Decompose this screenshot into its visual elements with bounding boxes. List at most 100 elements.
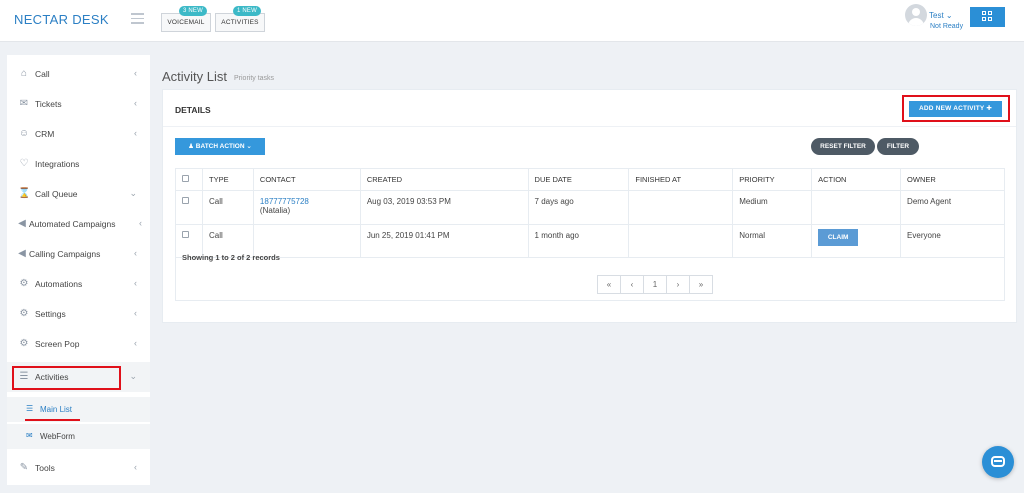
brand-logo[interactable]: NECTAR DESK bbox=[14, 12, 109, 27]
owner-cell: Demo Agent bbox=[900, 190, 1005, 225]
sidebar-item-integrations[interactable]: ♡ Integrations bbox=[7, 149, 150, 179]
sidebar-subitem-label: WebForm bbox=[40, 432, 75, 441]
divider bbox=[163, 126, 1016, 127]
prev-page-button[interactable]: ‹ bbox=[620, 275, 644, 294]
avatar[interactable] bbox=[905, 4, 927, 26]
sidebar-item-label: Call Queue bbox=[35, 189, 78, 199]
last-page-button[interactable]: » bbox=[689, 275, 713, 294]
column-header[interactable]: ACTION bbox=[811, 168, 902, 191]
apps-grid-icon-cell bbox=[982, 17, 986, 21]
apps-grid-icon bbox=[982, 11, 986, 15]
finished-at-cell bbox=[628, 190, 734, 225]
gear-icon: ⚙ bbox=[19, 308, 29, 319]
sidebar-item-label: Integrations bbox=[35, 159, 80, 169]
user-icon: ☺ bbox=[18, 128, 30, 139]
column-header[interactable]: CREATED bbox=[359, 168, 529, 191]
table-header-row: TYPE CONTACT CREATED DUE DATE FINISHED A… bbox=[175, 168, 1005, 191]
apps-grid-icon-cell bbox=[988, 11, 992, 15]
bullhorn-icon: ◀ bbox=[18, 248, 26, 259]
add-new-activity-button[interactable]: ADD NEW ACTIVITY ✚ bbox=[909, 101, 1002, 117]
sidebar-item-label: Settings bbox=[35, 309, 66, 319]
sidebar-item-label: Automations bbox=[35, 279, 83, 289]
bullhorn-icon: ◀ bbox=[18, 218, 26, 229]
chevron-left-icon: ‹ bbox=[139, 218, 142, 228]
row-checkbox[interactable] bbox=[182, 231, 189, 238]
top-bar: NECTAR DESK VOICEMAIL 3 NEW ACTIVITIES 1… bbox=[0, 0, 1024, 42]
chat-widget-button[interactable] bbox=[982, 446, 1014, 478]
contact-cell: 18777775728 (Natalia) bbox=[252, 190, 361, 225]
apps-grid-icon-cell bbox=[988, 17, 992, 21]
page-1-button[interactable]: 1 bbox=[643, 275, 667, 294]
column-header[interactable]: CONTACT bbox=[252, 168, 361, 191]
sidebar-item-label: CRM bbox=[35, 129, 55, 139]
list-icon: ☰ bbox=[26, 404, 34, 413]
sidebar-item-call[interactable]: ⌂ Call ‹ bbox=[7, 59, 150, 89]
gear-icon: ⚙ bbox=[19, 278, 29, 289]
next-page-button[interactable]: › bbox=[666, 275, 690, 294]
sidebar-item-label: Tickets bbox=[35, 99, 62, 109]
records-summary: Showing 1 to 2 of 2 records bbox=[182, 253, 280, 262]
envelope-icon: ✉ bbox=[19, 98, 29, 109]
home-icon: ⌂ bbox=[20, 68, 28, 79]
sidebar-item-calling-campaigns[interactable]: ◀ Calling Campaigns ‹ bbox=[7, 239, 150, 269]
sidebar-item-tickets[interactable]: ✉ Tickets ‹ bbox=[7, 89, 150, 119]
row-select-cell bbox=[175, 190, 203, 225]
reset-filter-button[interactable]: RESET FILTER bbox=[811, 138, 875, 155]
user-menu[interactable]: Test ⌄ bbox=[929, 11, 953, 20]
sidebar-item-settings[interactable]: ⚙ Settings ‹ bbox=[7, 299, 150, 329]
action-cell bbox=[811, 190, 902, 225]
details-panel: DETAILS ADD NEW ACTIVITY ✚ ♟ BATCH ACTIO… bbox=[162, 89, 1017, 323]
sidebar-subitem-label: Main List bbox=[40, 405, 73, 414]
batch-action-button[interactable]: ♟ BATCH ACTION ⌄ bbox=[175, 138, 265, 155]
activities-button[interactable]: ACTIVITIES 1 NEW bbox=[215, 6, 265, 32]
sidebar-item-automated-campaigns[interactable]: ◀ Automated Campaigns ‹ bbox=[7, 209, 150, 239]
voicemail-button[interactable]: VOICEMAIL 3 NEW bbox=[161, 6, 211, 32]
apps-grid-button[interactable] bbox=[970, 7, 1005, 27]
hourglass-icon: ⌛ bbox=[18, 188, 31, 199]
agent-status[interactable]: Not Ready bbox=[930, 23, 963, 30]
sidebar-subitem-webform[interactable]: ✉ WebForm bbox=[7, 424, 150, 449]
column-header[interactable]: OWNER bbox=[900, 168, 1005, 191]
column-header[interactable]: FINISHED AT bbox=[628, 168, 734, 191]
type-cell: Call bbox=[201, 190, 254, 225]
claim-button[interactable]: CLAIM bbox=[818, 229, 859, 246]
select-all-checkbox[interactable] bbox=[182, 175, 189, 182]
column-header[interactable]: PRIORITY bbox=[732, 168, 813, 191]
column-header[interactable]: TYPE bbox=[201, 168, 254, 191]
activity-table: TYPE CONTACT CREATED DUE DATE FINISHED A… bbox=[175, 168, 1005, 258]
table-row[interactable]: Call 18777775728 (Natalia) Aug 03, 2019 … bbox=[175, 190, 1005, 225]
activities-badge: 1 NEW bbox=[232, 6, 261, 16]
envelope-icon: ✉ bbox=[26, 431, 33, 440]
highlight-underline-main-list bbox=[25, 419, 80, 421]
menu-toggle-icon[interactable] bbox=[131, 13, 144, 24]
column-header[interactable]: DUE DATE bbox=[527, 168, 630, 191]
highlight-box-activities bbox=[12, 366, 121, 390]
sidebar-item-screen-pop[interactable]: ⚙ Screen Pop ‹ bbox=[7, 329, 150, 359]
filter-button[interactable]: FILTER bbox=[877, 138, 919, 155]
first-page-button[interactable]: « bbox=[597, 275, 621, 294]
sidebar-item-call-queue[interactable]: ⌛ Call Queue ⌄ bbox=[7, 179, 150, 209]
sidebar: ⌂ Call ‹ ✉ Tickets ‹ ☺ CRM ‹ ♡ Integrati… bbox=[7, 55, 150, 485]
table-footer: Showing 1 to 2 of 2 records « ‹ 1 › » bbox=[175, 246, 1005, 301]
sidebar-item-automations[interactable]: ⚙ Automations ‹ bbox=[7, 269, 150, 299]
sidebar-item-label: Call bbox=[35, 69, 50, 79]
priority-cell: Medium bbox=[732, 190, 813, 225]
sidebar-item-label: Tools bbox=[35, 463, 55, 473]
row-checkbox[interactable] bbox=[182, 197, 189, 204]
chevron-left-icon: ‹ bbox=[134, 338, 137, 348]
chevron-down-icon: ⌄ bbox=[129, 188, 137, 198]
gear-icon: ⚙ bbox=[19, 338, 29, 349]
due-date-cell: 7 days ago bbox=[527, 190, 630, 225]
page-subtitle: Priority tasks bbox=[234, 75, 275, 82]
chevron-left-icon: ‹ bbox=[134, 98, 137, 108]
contact-name: (Natalia) bbox=[259, 206, 291, 215]
panel-title: DETAILS bbox=[175, 105, 211, 115]
page-title: Activity List bbox=[162, 69, 228, 84]
chevron-left-icon: ‹ bbox=[134, 462, 137, 472]
contact-link[interactable]: 18777775728 bbox=[260, 197, 354, 206]
sidebar-item-crm[interactable]: ☺ CRM ‹ bbox=[7, 119, 150, 149]
sidebar-item-tools[interactable]: ✎ Tools ‹ bbox=[7, 453, 150, 483]
sidebar-item-label: Calling Campaigns bbox=[29, 249, 101, 259]
chevron-left-icon: ‹ bbox=[134, 128, 137, 138]
chevron-left-icon: ‹ bbox=[134, 248, 137, 258]
